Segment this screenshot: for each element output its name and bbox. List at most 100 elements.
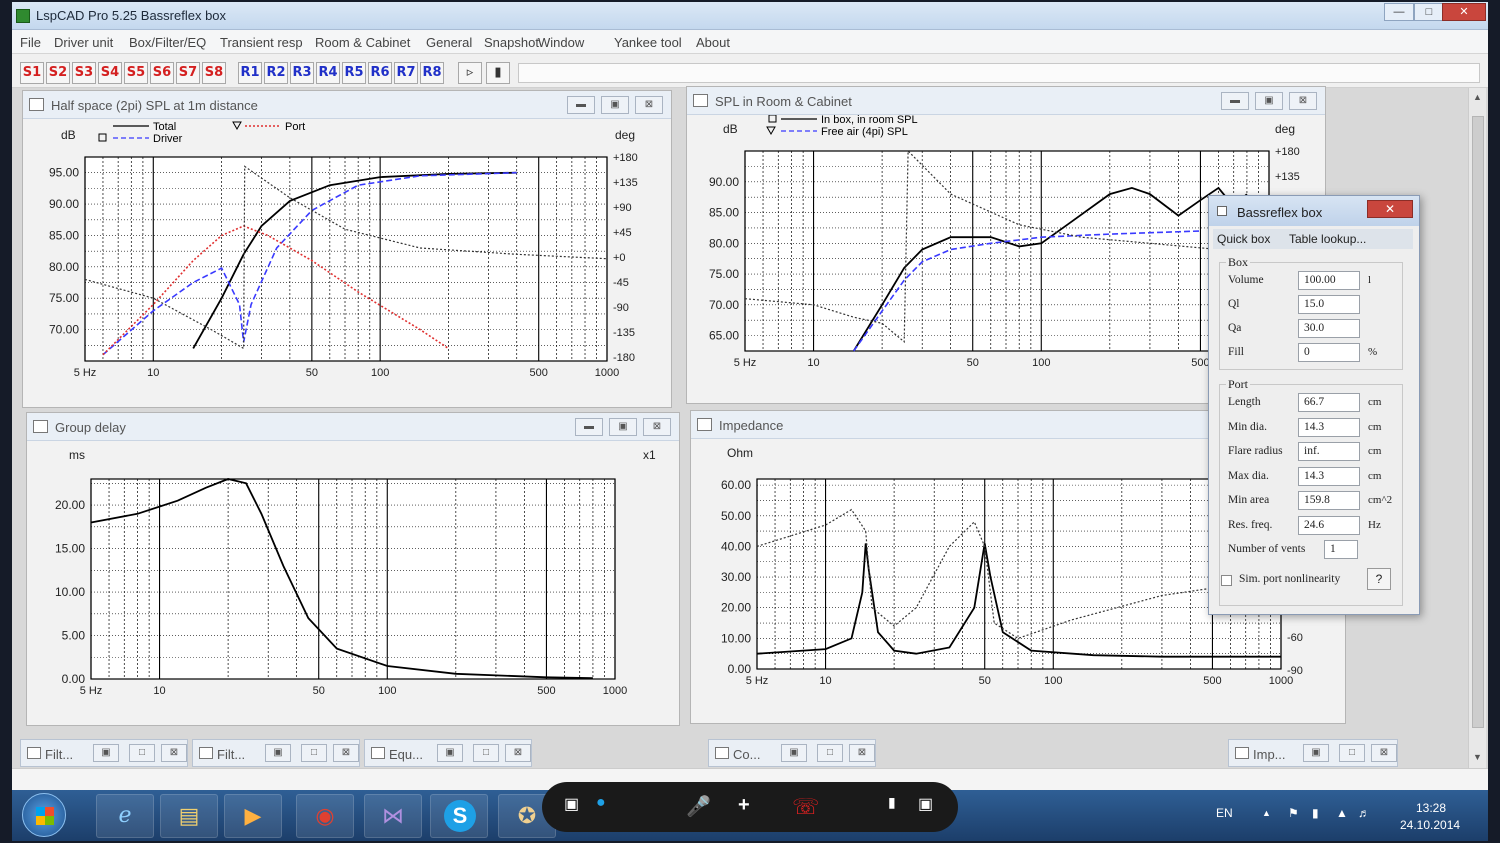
- restore-icon[interactable]: ▣: [781, 744, 807, 762]
- clock-time[interactable]: 13:28: [1416, 801, 1446, 815]
- pointer-tool-icon[interactable]: ▹: [458, 62, 482, 84]
- close-icon[interactable]: ⊠: [161, 744, 187, 762]
- field-input[interactable]: 14.3: [1298, 466, 1360, 486]
- maximize-icon[interactable]: □: [301, 744, 327, 762]
- field-input[interactable]: 30.0: [1298, 319, 1360, 338]
- maximize-icon[interactable]: □: [473, 744, 499, 762]
- tab-quick-box[interactable]: Quick box: [1217, 232, 1270, 246]
- field-input[interactable]: 0: [1298, 343, 1360, 362]
- restore-icon[interactable]: ▣: [93, 744, 119, 762]
- recall-button-r5[interactable]: R5: [342, 62, 366, 84]
- clock-date[interactable]: 24.10.2014: [1400, 818, 1460, 832]
- window-restore-icon[interactable]: ▣: [1255, 92, 1283, 110]
- window-minimize-icon[interactable]: ▬: [567, 96, 595, 114]
- help-button[interactable]: ?: [1367, 568, 1391, 590]
- scroll-up-icon[interactable]: ▲: [1473, 92, 1482, 102]
- window-titlebar[interactable]: Group delay ▬ ▣ ⊠: [27, 413, 679, 441]
- close-icon[interactable]: ⊠: [333, 744, 359, 762]
- close-icon[interactable]: ⊠: [849, 744, 875, 762]
- snapshot-button-s8[interactable]: S8: [202, 62, 226, 84]
- window-restore-icon[interactable]: ▣: [609, 418, 637, 436]
- marker-tool-icon[interactable]: ▮: [486, 62, 510, 84]
- field-input[interactable]: inf.: [1298, 442, 1360, 461]
- close-icon[interactable]: ⊠: [1371, 744, 1397, 762]
- snapshot-button-s5[interactable]: S5: [124, 62, 148, 84]
- minimized-window-3[interactable]: Equ... ▣ □ ⊠: [364, 739, 532, 767]
- taskbar-skype[interactable]: S: [430, 794, 488, 838]
- dialog-close-icon[interactable]: ✕: [1367, 200, 1413, 218]
- snapshot-button-s2[interactable]: S2: [46, 62, 70, 84]
- field-input[interactable]: 159.8: [1298, 491, 1360, 510]
- window-restore-icon[interactable]: ▣: [601, 96, 629, 114]
- recall-button-r2[interactable]: R2: [264, 62, 288, 84]
- menu-file[interactable]: File: [20, 35, 41, 50]
- add-call-button[interactable]: +: [738, 794, 750, 817]
- window-close-icon[interactable]: ⊠: [643, 418, 671, 436]
- close-icon[interactable]: ⊠: [505, 744, 531, 762]
- recall-button-r6[interactable]: R6: [368, 62, 392, 84]
- snapshot-button-s1[interactable]: S1: [20, 62, 44, 84]
- hangup-icon[interactable]: ☏: [792, 794, 820, 820]
- menu-driver-unit[interactable]: Driver unit: [54, 35, 113, 50]
- window-titlebar[interactable]: SPL in Room & Cabinet ▬ ▣ ⊠: [687, 87, 1325, 115]
- battery-icon[interactable]: ▮: [1312, 806, 1319, 820]
- minimize-button[interactable]: —: [1384, 3, 1414, 21]
- window-close-icon[interactable]: ⊠: [1289, 92, 1317, 110]
- snapshot-button-s7[interactable]: S7: [176, 62, 200, 84]
- field-input[interactable]: 14.3: [1298, 417, 1360, 437]
- taskbar-ie[interactable]: e: [96, 794, 154, 838]
- tray-expand-icon[interactable]: ▲: [1262, 808, 1271, 818]
- restore-icon[interactable]: ▣: [265, 744, 291, 762]
- recall-button-r3[interactable]: R3: [290, 62, 314, 84]
- taskbar-explorer[interactable]: ▤: [160, 794, 218, 838]
- menu-window[interactable]: Window: [538, 35, 584, 50]
- menu-yankee-tool[interactable]: Yankee tool: [614, 35, 682, 50]
- vents-input[interactable]: 1: [1324, 540, 1358, 559]
- recall-button-r1[interactable]: R1: [238, 62, 262, 84]
- window-titlebar[interactable]: Half space (2pi) SPL at 1m distance ▬ ▣ ⊠: [23, 91, 671, 119]
- snapshot-button-s6[interactable]: S6: [150, 62, 174, 84]
- minimized-window-2[interactable]: Filt... ▣ □ ⊠: [192, 739, 360, 767]
- taskbar-chrome[interactable]: ◉: [296, 794, 354, 838]
- menu-box-filter-eq[interactable]: Box/Filter/EQ: [129, 35, 206, 50]
- dialog-titlebar[interactable]: Bassreflex box ✕: [1209, 196, 1419, 226]
- start-button[interactable]: [22, 793, 66, 837]
- action-center-icon[interactable]: ⚑: [1288, 806, 1299, 820]
- chat-icon[interactable]: ●: [596, 794, 606, 812]
- network-icon[interactable]: ▲: [1336, 806, 1348, 820]
- tab-table-lookup[interactable]: Table lookup...: [1289, 232, 1366, 246]
- scroll-thumb[interactable]: [1472, 116, 1484, 728]
- microphone-icon[interactable]: 🎤: [686, 794, 711, 819]
- minimized-window-1[interactable]: Filt... ▣ □ ⊠: [20, 739, 188, 767]
- vertical-scrollbar[interactable]: ▲ ▼: [1468, 88, 1486, 768]
- recall-button-r7[interactable]: R7: [394, 62, 418, 84]
- menu-room-cabinet[interactable]: Room & Cabinet: [315, 35, 410, 50]
- menu-about[interactable]: About: [696, 35, 730, 50]
- maximize-button[interactable]: □: [1414, 3, 1444, 21]
- menu-snapshot[interactable]: Snapshot: [484, 35, 539, 50]
- maximize-icon[interactable]: □: [817, 744, 843, 762]
- close-button[interactable]: ✕: [1442, 3, 1486, 21]
- screen-share-icon[interactable]: ▣: [564, 794, 579, 814]
- sim-port-checkbox[interactable]: [1221, 575, 1232, 586]
- taskbar-vs[interactable]: ⋈: [364, 794, 422, 838]
- minimized-window-4[interactable]: Co... ▣ □ ⊠: [708, 739, 876, 767]
- volume-icon[interactable]: ♬: [1358, 806, 1370, 820]
- fullscreen-icon[interactable]: ▣: [918, 794, 933, 814]
- language-indicator[interactable]: EN: [1216, 806, 1233, 820]
- restore-icon[interactable]: ▣: [437, 744, 463, 762]
- maximize-icon[interactable]: □: [129, 744, 155, 762]
- taskbar-media[interactable]: ▶: [224, 794, 282, 838]
- menu-general[interactable]: General: [426, 35, 472, 50]
- scroll-down-icon[interactable]: ▼: [1473, 752, 1482, 762]
- snapshot-button-s3[interactable]: S3: [72, 62, 96, 84]
- minimized-window-5[interactable]: Imp... ▣ □ ⊠: [1228, 739, 1398, 767]
- snapshot-button-s4[interactable]: S4: [98, 62, 122, 84]
- field-input[interactable]: 15.0: [1298, 295, 1360, 314]
- field-input[interactable]: 100.00: [1298, 271, 1360, 290]
- field-input[interactable]: 66.7: [1298, 393, 1360, 412]
- menu-transient-resp[interactable]: Transient resp: [220, 35, 303, 50]
- recall-button-r4[interactable]: R4: [316, 62, 340, 84]
- maximize-icon[interactable]: □: [1339, 744, 1365, 762]
- field-input[interactable]: 24.6: [1298, 515, 1360, 535]
